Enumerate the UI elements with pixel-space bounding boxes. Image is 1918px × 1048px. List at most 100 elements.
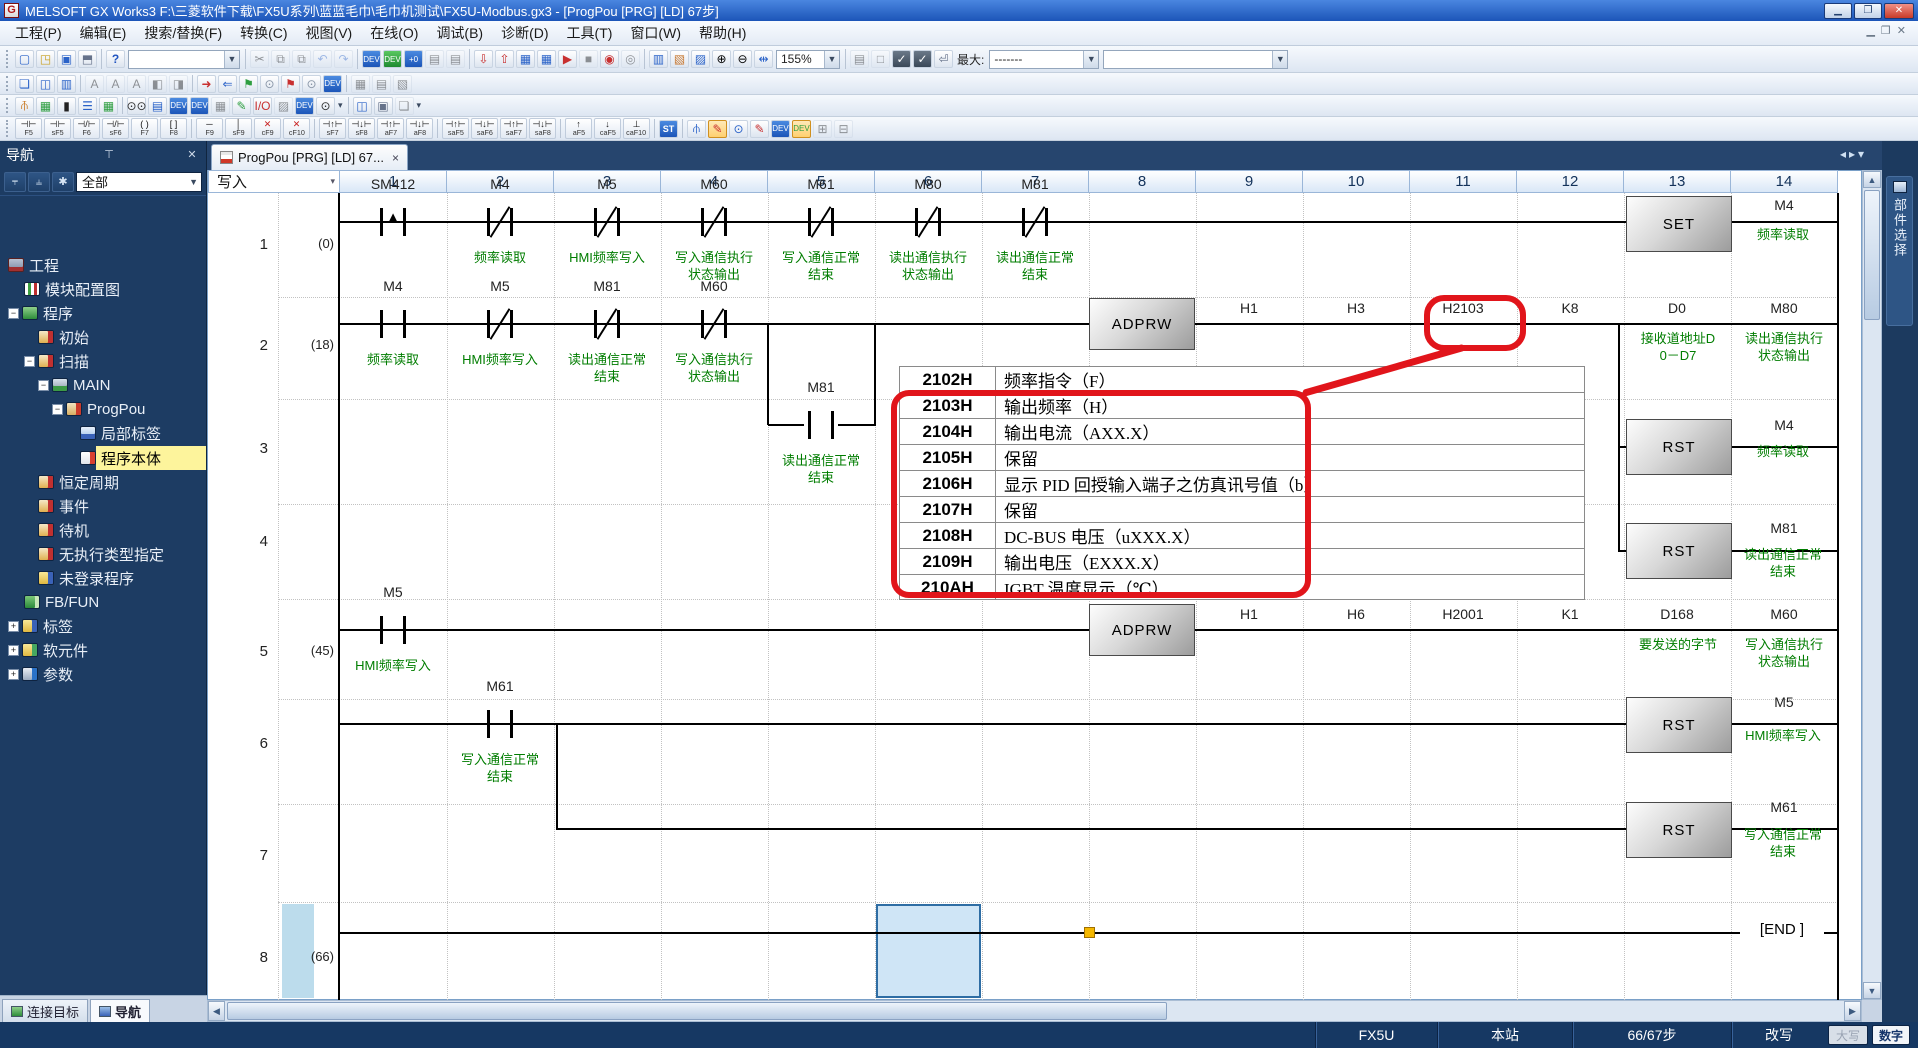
jump-prev-icon[interactable]: ⇐ [218, 74, 237, 93]
scroll-up-icon[interactable]: ▲ [1863, 171, 1881, 188]
edit-mode-icon[interactable]: ✎ [708, 119, 727, 138]
collapse-box-icon[interactable]: − [52, 403, 63, 415]
device-badge-icon[interactable]: DEV [323, 74, 342, 93]
plc-unit-icon[interactable]: ▮ [57, 96, 76, 115]
navigation-window-icon[interactable]: ⫚ [15, 96, 34, 115]
collapse-box-icon[interactable]: − [38, 379, 49, 391]
plc-write-icon[interactable]: ⇩ [474, 50, 493, 68]
element-list-icon[interactable]: ☰ [78, 96, 97, 115]
settings-gear-icon[interactable]: ✱ [52, 171, 74, 192]
undo-icon[interactable]: ↶ [313, 50, 332, 68]
collapse-box-icon[interactable]: − [24, 355, 35, 367]
program-check-icon[interactable]: ▥ [649, 50, 668, 68]
invert-result-button[interactable]: ⊥ caF10 [623, 118, 650, 139]
open-contact-button[interactable]: ⊣⊢ F5 [15, 118, 42, 139]
scroll-down-icon[interactable]: ▼ [1863, 982, 1881, 999]
tree-item-parameter[interactable]: + 参数 [8, 662, 73, 686]
element-selection-tab[interactable]: 部件选择 [1886, 176, 1913, 326]
closed-contact-m61[interactable] [804, 206, 838, 238]
monitor-start-icon[interactable]: ▶ [558, 50, 577, 68]
tree-item-module-config[interactable]: 模块配置图 [24, 277, 120, 301]
menu-online[interactable]: 在线(O) [361, 20, 427, 46]
scroll-left-icon[interactable]: ◀ [208, 1001, 225, 1021]
fall-conversion-button[interactable]: ↓ caF5 [594, 118, 621, 139]
pulse-rise-close-button[interactable]: ⊣↑⊢ aF7 [377, 118, 404, 139]
cascade-windows-icon[interactable]: ❏ [15, 74, 34, 93]
step-run-icon[interactable]: ⏎ [934, 50, 953, 68]
pulse-fall-contact-button[interactable]: ⊣↓⊢ sF8 [348, 118, 375, 139]
menu-help[interactable]: 帮助(H) [690, 20, 755, 46]
edit-marker[interactable] [1084, 927, 1095, 938]
closed-contact-m5[interactable] [590, 206, 624, 238]
rst-instruction-block[interactable]: RST [1626, 419, 1732, 475]
find-binoculars-icon[interactable]: ⊙⊙ [126, 96, 147, 115]
st-editor-icon[interactable]: ST [659, 119, 678, 138]
closed-contact-m4[interactable] [483, 206, 517, 238]
rise-conversion-button[interactable]: ↑ aF5 [565, 118, 592, 139]
doc-zoom-icon[interactable]: ⊙ [729, 119, 748, 138]
closed-contact-m81[interactable] [590, 308, 624, 340]
copy-icon[interactable]: ⧉ [271, 50, 290, 68]
tree-item-initial[interactable]: 初始 [38, 325, 89, 349]
adprw-instruction-block[interactable]: ADPRW [1089, 604, 1195, 656]
tree-item-standby[interactable]: 待机 [38, 518, 89, 542]
horizontal-scroll-thumb[interactable] [227, 1002, 1167, 1020]
open-project-icon[interactable]: ◳ [36, 50, 55, 68]
parallel-pulse-fall-button[interactable]: ⊣↓⊢ saF6 [471, 118, 498, 139]
expand-box-icon[interactable]: + [8, 668, 19, 680]
menu-tool[interactable]: 工具(T) [558, 20, 622, 46]
cross-ref-icon[interactable]: ▦ [351, 74, 370, 93]
mode-dropdown-icon[interactable]: ▾ [330, 176, 335, 187]
bookmark-red-icon[interactable]: ⚑ [281, 74, 300, 93]
close-panel-icon[interactable]: ✕ [184, 148, 200, 161]
tree-item-no-exec-type[interactable]: 无执行类型指定 [38, 542, 164, 566]
plc-read-icon[interactable]: ⇧ [495, 50, 514, 68]
device-memory-icon[interactable]: +0 [404, 50, 423, 68]
set-instruction-block[interactable]: SET [1626, 196, 1732, 252]
close-button[interactable]: ✕ [1884, 2, 1914, 19]
minimize-button[interactable]: ▁ [1824, 2, 1852, 19]
tile-windows-icon[interactable]: ◫ [36, 74, 55, 93]
device-list-icon[interactable]: ▤ [372, 74, 391, 93]
rst-instruction-block[interactable]: RST [1626, 697, 1732, 753]
watch-window-combo[interactable]: ▼ [1103, 49, 1289, 69]
device-assign-icon[interactable]: DEV [383, 50, 402, 68]
save-project-icon[interactable]: ▣ [57, 50, 76, 68]
scroll-right-icon[interactable]: ▶ [1844, 1001, 1861, 1021]
toolbar-grip[interactable] [6, 49, 10, 69]
pulse-contact-sm412[interactable]: ▲ [376, 208, 410, 236]
parallel-pulse-rise-button[interactable]: ⊣↑⊢ saF5 [442, 118, 469, 139]
cut-icon[interactable]: ✂ [250, 50, 269, 68]
device-search-icon[interactable]: DEV [771, 119, 790, 138]
tree-item-scan[interactable]: − 扫描 [24, 349, 89, 373]
tree-item-main[interactable]: − MAIN [38, 373, 111, 397]
rst-instruction-block[interactable]: RST [1626, 802, 1732, 858]
tab-navigation[interactable]: 导航 [90, 999, 151, 1022]
open-contact-m81[interactable] [804, 411, 838, 439]
branch-insert-icon[interactable]: ⫛ [687, 119, 706, 138]
max-combo-arrow-icon[interactable]: ▼ [1083, 50, 1099, 68]
parallel-pulse-fall-close-button[interactable]: ⊣↓⊢ saF8 [529, 118, 556, 139]
arrange-icons-icon[interactable]: ▥ [57, 74, 76, 93]
tree-expand-icon[interactable]: ⫨ [28, 171, 50, 192]
monitor-stop-icon[interactable]: ■ [579, 50, 598, 68]
combo-arrow-icon[interactable]: ▼ [224, 50, 239, 68]
closed-contact-m81[interactable] [1018, 206, 1052, 238]
menu-window[interactable]: 窗口(W) [621, 20, 690, 46]
help-icon[interactable]: ? [106, 50, 125, 68]
menu-diagnostics[interactable]: 诊断(D) [492, 20, 557, 46]
menu-edit[interactable]: 编辑(E) [71, 20, 136, 46]
paste-icon[interactable]: ⧉ [292, 50, 311, 68]
closed-contact-m60[interactable] [697, 206, 731, 238]
open-contact-m61[interactable] [483, 710, 517, 738]
device-find-icon[interactable]: ⊙ [316, 96, 335, 115]
toolbar-grip[interactable] [6, 98, 10, 113]
redo-icon[interactable]: ↷ [334, 50, 353, 68]
bookmark-search-icon[interactable]: ⊙ [302, 74, 321, 93]
collapse-box-icon[interactable]: − [8, 307, 19, 319]
vertical-scrollbar[interactable]: ▲ ▼ [1862, 170, 1882, 1000]
watch-combo-arrow-icon[interactable]: ▼ [1272, 50, 1288, 68]
check-1-icon[interactable]: ✓ [892, 50, 911, 68]
rst-instruction-block[interactable]: RST [1626, 523, 1732, 579]
workspace-2-icon[interactable]: ▣ [373, 96, 393, 115]
